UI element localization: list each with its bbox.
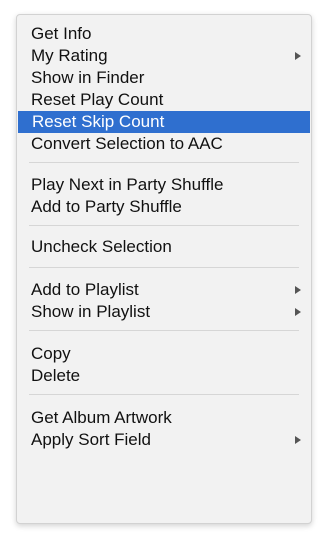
chevron-right-icon: [295, 436, 301, 444]
chevron-right-icon: [295, 308, 301, 316]
menu-item-label: Uncheck Selection: [31, 237, 172, 256]
context-menu: Get Info My Rating Show in Finder Reset …: [16, 14, 312, 524]
menu-item-show-in-playlist[interactable]: Show in Playlist: [17, 301, 311, 323]
menu-item-add-to-playlist[interactable]: Add to Playlist: [17, 279, 311, 301]
menu-separator: [29, 162, 299, 163]
menu-separator: [29, 394, 299, 395]
menu-item-reset-skip-count[interactable]: Reset Skip Count: [18, 111, 310, 133]
menu-item-label: Copy: [31, 344, 71, 363]
menu-item-copy[interactable]: Copy: [17, 343, 311, 365]
menu-item-label: Apply Sort Field: [31, 430, 151, 449]
menu-item-play-next-in-party-shuffle[interactable]: Play Next in Party Shuffle: [17, 174, 311, 196]
menu-item-label: Reset Play Count: [31, 90, 164, 109]
menu-item-get-album-artwork[interactable]: Get Album Artwork: [17, 407, 311, 429]
menu-item-uncheck-selection[interactable]: Uncheck Selection: [17, 236, 311, 258]
menu-item-delete[interactable]: Delete: [17, 365, 311, 387]
menu-item-show-in-finder[interactable]: Show in Finder: [17, 67, 311, 89]
menu-item-label: Show in Finder: [31, 68, 145, 87]
menu-item-label: My Rating: [31, 46, 108, 65]
menu-item-convert-selection-to-aac[interactable]: Convert Selection to AAC: [17, 133, 311, 155]
menu-item-reset-play-count[interactable]: Reset Play Count: [17, 89, 311, 111]
menu-separator: [29, 225, 299, 226]
menu-item-label: Delete: [31, 366, 81, 385]
menu-separator: [29, 330, 299, 331]
menu-item-label: Show in Playlist: [31, 302, 151, 321]
menu-item-label: Convert Selection to AAC: [31, 134, 223, 153]
menu-item-label: Reset Skip Count: [32, 112, 165, 131]
menu-item-my-rating[interactable]: My Rating: [17, 45, 311, 67]
menu-item-label: Play Next in Party Shuffle: [31, 175, 224, 194]
chevron-right-icon: [295, 286, 301, 294]
menu-item-label: Add to Playlist: [31, 280, 139, 299]
menu-item-label: Get Album Artwork: [31, 408, 172, 427]
menu-item-apply-sort-field[interactable]: Apply Sort Field: [17, 429, 311, 451]
menu-item-get-info[interactable]: Get Info: [17, 23, 311, 45]
menu-separator: [29, 267, 299, 268]
menu-item-label: Get Info: [31, 24, 92, 43]
menu-item-add-to-party-shuffle[interactable]: Add to Party Shuffle: [17, 196, 311, 218]
chevron-right-icon: [295, 52, 301, 60]
menu-item-label: Add to Party Shuffle: [31, 197, 182, 216]
